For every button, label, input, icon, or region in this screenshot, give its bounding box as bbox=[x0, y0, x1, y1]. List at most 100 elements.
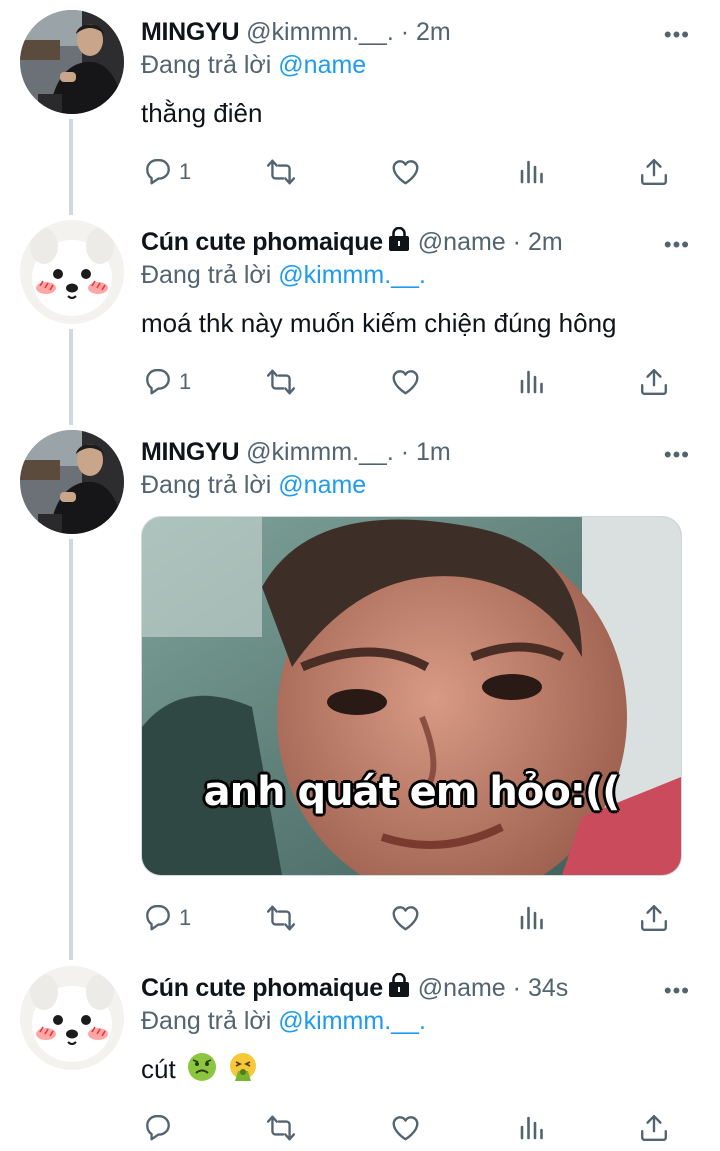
reply-button[interactable]: 1 bbox=[143, 898, 191, 938]
replying-to-label: Đang trả lời bbox=[141, 51, 279, 79]
more-options-icon[interactable]: ••• bbox=[664, 232, 690, 258]
author-handle[interactable]: @name bbox=[418, 228, 506, 256]
tweet-text-container: cút bbox=[141, 1052, 258, 1086]
retweet-button[interactable] bbox=[265, 362, 297, 402]
share-button[interactable] bbox=[639, 1108, 669, 1148]
reply-count: 1 bbox=[179, 159, 192, 184]
tweet[interactable]: MINGYU @kimmm.__. · 2m ••• Đang trả lời … bbox=[0, 0, 720, 210]
tweet-header: Cún cute phomaique @name · 34s bbox=[141, 972, 640, 1004]
tweet[interactable]: MINGYU @kimmm.__. · 1m ••• Đang trả lời … bbox=[0, 420, 720, 956]
mention-link[interactable]: @name bbox=[278, 471, 366, 499]
man-avatar-image bbox=[20, 10, 124, 114]
retweet-button[interactable] bbox=[265, 898, 297, 938]
avatar[interactable] bbox=[20, 966, 124, 1070]
like-icon bbox=[392, 160, 419, 185]
author-handle[interactable]: @kimmm.__. bbox=[246, 438, 394, 466]
views-button[interactable] bbox=[518, 362, 546, 402]
replying-to-label: Đang trả lời bbox=[141, 261, 279, 289]
reply-icon bbox=[146, 369, 170, 395]
replying-to: Đang trả lời @kimmm.__. bbox=[141, 1005, 426, 1037]
share-icon bbox=[641, 369, 667, 395]
tweet-text: moá thk này muốn kiếm chiện đúng hông bbox=[141, 308, 617, 338]
nauseated-face-icon bbox=[187, 1053, 216, 1081]
more-options-icon[interactable]: ••• bbox=[664, 22, 690, 48]
like-button[interactable] bbox=[390, 152, 421, 192]
dog-avatar-image bbox=[20, 966, 124, 1070]
avatar[interactable] bbox=[20, 430, 124, 534]
share-button[interactable] bbox=[639, 898, 669, 938]
reply-button[interactable] bbox=[143, 1108, 179, 1148]
more-options-icon[interactable]: ••• bbox=[664, 978, 690, 1004]
action-bar: 1 bbox=[141, 362, 681, 402]
reply-button[interactable]: 1 bbox=[143, 152, 191, 192]
views-button[interactable] bbox=[518, 898, 546, 938]
media-caption: anh quát em hỏo:(( bbox=[203, 769, 621, 815]
tweet-media-image[interactable]: anh quát em hỏo:(( bbox=[141, 516, 682, 876]
more-options-icon[interactable]: ••• bbox=[664, 442, 690, 468]
share-button[interactable] bbox=[639, 362, 669, 402]
reply-button[interactable]: 1 bbox=[143, 362, 191, 402]
views-icon bbox=[520, 370, 543, 394]
replying-to: Đang trả lời @name bbox=[141, 469, 366, 501]
replying-to: Đang trả lời @kimmm.__. bbox=[141, 259, 426, 291]
author-handle[interactable]: @kimmm.__. bbox=[246, 18, 394, 46]
views-button[interactable] bbox=[518, 152, 546, 192]
mention-link[interactable]: @kimmm.__. bbox=[278, 1007, 426, 1035]
author-name[interactable]: MINGYU bbox=[141, 438, 240, 466]
tweet-text: cút bbox=[141, 1054, 176, 1084]
like-button[interactable] bbox=[390, 898, 421, 938]
avatar[interactable] bbox=[20, 220, 124, 324]
man-avatar-image bbox=[20, 430, 124, 534]
separator: · bbox=[400, 438, 410, 466]
action-bar: 1 bbox=[141, 898, 681, 938]
retweet-icon bbox=[266, 1115, 296, 1141]
reply-icon bbox=[146, 159, 170, 185]
author-name[interactable]: Cún cute phomaique bbox=[141, 974, 383, 1002]
share-button[interactable] bbox=[639, 152, 669, 192]
author-handle[interactable]: @name bbox=[418, 974, 506, 1002]
share-icon bbox=[641, 159, 667, 185]
action-bar: 1 bbox=[141, 152, 681, 192]
replying-to-label: Đang trả lời bbox=[141, 471, 279, 499]
tweet-header: MINGYU @kimmm.__. · 1m bbox=[141, 436, 640, 468]
reply-icon bbox=[146, 905, 170, 931]
retweet-button[interactable] bbox=[265, 1108, 297, 1148]
reply-icon bbox=[146, 1115, 170, 1141]
conversation-thread: MINGYU @kimmm.__. · 2m ••• Đang trả lời … bbox=[0, 0, 720, 1151]
separator: · bbox=[512, 974, 521, 1002]
timestamp[interactable]: 34s bbox=[528, 974, 568, 1002]
like-icon bbox=[392, 1116, 419, 1141]
timestamp[interactable]: 1m bbox=[416, 438, 451, 466]
timestamp[interactable]: 2m bbox=[416, 18, 451, 46]
author-name[interactable]: MINGYU bbox=[141, 18, 240, 46]
replying-to-label: Đang trả lời bbox=[141, 1007, 279, 1035]
avatar[interactable] bbox=[20, 10, 124, 114]
retweet-icon bbox=[266, 905, 296, 931]
retweet-icon bbox=[266, 369, 296, 395]
author-name[interactable]: Cún cute phomaique bbox=[141, 228, 383, 256]
replying-to: Đang trả lời @name bbox=[141, 49, 366, 81]
like-button[interactable] bbox=[390, 1108, 421, 1148]
protected-lock-icon bbox=[387, 973, 411, 999]
views-button[interactable] bbox=[518, 1108, 546, 1148]
mention-link[interactable]: @name bbox=[278, 51, 366, 79]
tweet-header: Cún cute phomaique @name · 2m bbox=[141, 226, 640, 258]
tweet-text: thằng điên bbox=[141, 98, 263, 128]
reply-count: 1 bbox=[179, 905, 192, 930]
share-icon bbox=[641, 1115, 667, 1141]
timestamp[interactable]: 2m bbox=[528, 228, 563, 256]
tweet-header: MINGYU @kimmm.__. · 2m bbox=[141, 16, 640, 48]
like-button[interactable] bbox=[390, 362, 421, 402]
separator: · bbox=[512, 228, 521, 256]
views-icon bbox=[520, 160, 543, 184]
tweet[interactable]: Cún cute phomaique @name · 2m ••• Đang t… bbox=[0, 210, 720, 420]
like-icon bbox=[392, 906, 419, 931]
retweet-icon bbox=[266, 159, 296, 185]
like-icon bbox=[392, 370, 419, 395]
mention-link[interactable]: @kimmm.__. bbox=[278, 261, 426, 289]
protected-lock-icon bbox=[387, 227, 411, 253]
reply-count: 1 bbox=[179, 369, 192, 394]
share-icon bbox=[641, 905, 667, 931]
retweet-button[interactable] bbox=[265, 152, 297, 192]
tweet[interactable]: Cún cute phomaique @name · 34s ••• Đang … bbox=[0, 956, 720, 1151]
